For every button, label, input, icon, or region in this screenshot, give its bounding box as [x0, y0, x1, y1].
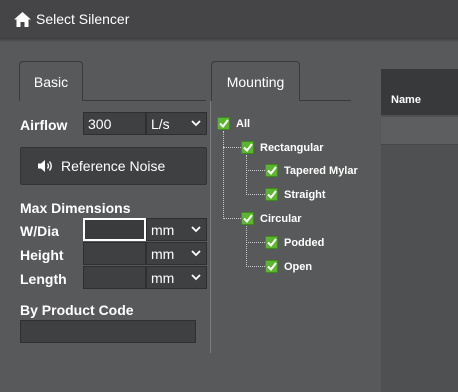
product-code-label: By Product Code: [20, 302, 134, 318]
page-title: Select Silencer: [36, 11, 130, 27]
tree-item-podded-label: Podded: [284, 236, 325, 249]
chevron-down-icon: [191, 226, 201, 233]
airflow-unit-value: L/s: [151, 115, 170, 132]
length-unit-select[interactable]: mm: [146, 266, 207, 289]
checkbox-checked-icon[interactable]: [265, 188, 278, 201]
tree-connector: [246, 194, 265, 195]
airflow-unit-select[interactable]: L/s: [146, 112, 207, 135]
tree-item-open-label: Open: [284, 260, 313, 273]
tree-item-rectangular[interactable]: Rectangular: [241, 141, 324, 154]
chevron-down-icon: [191, 274, 201, 281]
tree-item-circular-label: Circular: [260, 212, 302, 225]
tree-item-circular[interactable]: Circular: [241, 212, 302, 225]
tab-underline-mounting: [300, 100, 351, 101]
checkbox-checked-icon[interactable]: [217, 117, 230, 130]
speaker-icon: [38, 160, 52, 172]
tree-item-tapered-mylar-label: Tapered Mylar: [284, 164, 358, 177]
length-unit-value: mm: [151, 269, 175, 286]
panel-divider: [210, 101, 211, 353]
tree-connector: [223, 147, 241, 148]
airflow-input[interactable]: [83, 112, 146, 135]
height-unit-value: mm: [151, 245, 175, 262]
tab-basic[interactable]: Basic: [19, 61, 83, 101]
chevron-down-icon: [191, 250, 201, 257]
tree-connector: [246, 155, 247, 195]
wdia-unit-value: mm: [151, 221, 175, 238]
tree-connector: [246, 242, 265, 243]
checkbox-checked-icon[interactable]: [265, 260, 278, 273]
length-input[interactable]: [83, 266, 146, 289]
length-label: Length: [20, 271, 67, 287]
wdia-input[interactable]: [83, 218, 146, 241]
tab-mounting[interactable]: Mounting: [211, 61, 300, 101]
product-code-input[interactable]: [20, 320, 196, 343]
table-row[interactable]: [381, 117, 458, 145]
checkbox-checked-icon[interactable]: [265, 236, 278, 249]
tree-connector: [246, 266, 265, 267]
height-label: Height: [20, 247, 64, 263]
top-bar-shadow: [0, 38, 458, 42]
tab-underline-basic: [83, 100, 206, 101]
chevron-down-icon: [191, 120, 201, 127]
tree-item-all[interactable]: All: [217, 117, 250, 130]
airflow-label: Airflow: [20, 117, 68, 133]
wdia-unit-select[interactable]: mm: [146, 218, 207, 241]
reference-noise-label: Reference Noise: [61, 158, 166, 174]
tree-item-rectangular-label: Rectangular: [260, 141, 324, 154]
tree-item-tapered-mylar[interactable]: Tapered Mylar: [265, 164, 358, 177]
results-table-header: Name: [381, 69, 458, 115]
home-icon[interactable]: [14, 11, 31, 27]
tree-connector: [246, 170, 265, 171]
height-input[interactable]: [83, 242, 146, 265]
tree-connector: [223, 131, 224, 147]
tree-item-all-label: All: [236, 117, 251, 130]
checkbox-checked-icon[interactable]: [265, 164, 278, 177]
checkbox-checked-icon[interactable]: [241, 212, 254, 225]
height-unit-select[interactable]: mm: [146, 242, 207, 265]
wdia-label: W/Dia: [20, 223, 59, 239]
tree-item-straight-label: Straight: [284, 188, 326, 201]
tree-item-open[interactable]: Open: [265, 260, 312, 273]
tree-connector: [223, 147, 224, 219]
tree-item-podded[interactable]: Podded: [265, 236, 324, 249]
checkbox-checked-icon[interactable]: [241, 141, 254, 154]
tree-connector: [223, 218, 241, 219]
column-header-name[interactable]: Name: [391, 94, 421, 106]
tree-connector: [246, 226, 247, 267]
top-bar: Select Silencer: [0, 0, 458, 38]
results-table: Name: [381, 69, 458, 392]
tree-item-straight[interactable]: Straight: [265, 188, 326, 201]
reference-noise-button[interactable]: Reference Noise: [20, 147, 207, 185]
max-dimensions-heading: Max Dimensions: [20, 200, 131, 216]
